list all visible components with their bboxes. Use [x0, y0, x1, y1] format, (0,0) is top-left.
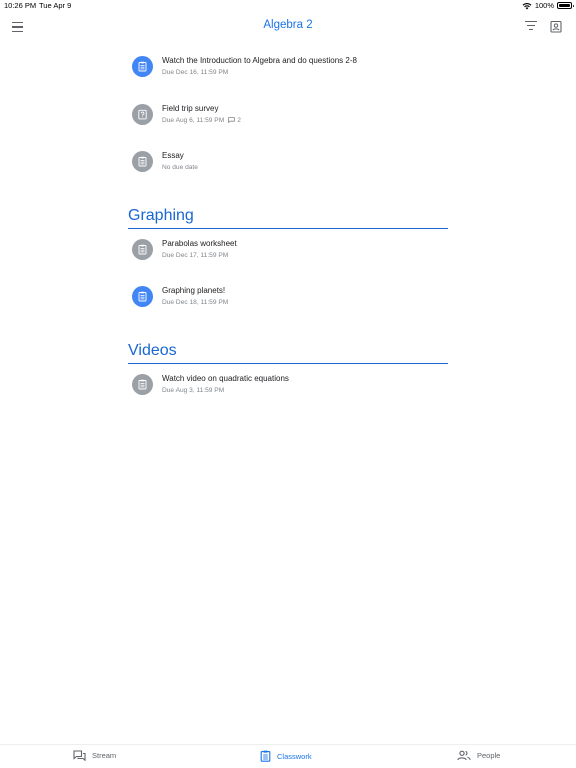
question-icon: [132, 103, 153, 125]
your-work-icon[interactable]: [550, 20, 562, 33]
status-time: 10:26 PM: [4, 1, 37, 10]
item-due: Due Aug 6, 11:59 PM 2: [162, 117, 241, 124]
tab-label: People: [477, 751, 501, 760]
classwork-item[interactable]: Watch video on quadratic equations Due A…: [128, 364, 448, 412]
item-title: Watch video on quadratic equations: [162, 373, 289, 383]
tab-label: Classwork: [277, 751, 312, 761]
comment-icon: [228, 117, 236, 123]
stream-icon: [73, 750, 86, 761]
classwork-item[interactable]: Field trip survey Due Aug 6, 11:59 PM 2: [128, 94, 448, 142]
wifi-icon: [522, 2, 532, 9]
item-title: Essay: [162, 151, 184, 160]
item-due: Due Aug 3, 11:59 PM: [162, 387, 224, 394]
battery-percent: 100%: [534, 1, 554, 10]
app-bar: Algebra 2: [0, 12, 576, 42]
topic-title[interactable]: Videos: [128, 342, 177, 360]
item-title: Graphing planets!: [162, 286, 226, 295]
item-title: Parabolas worksheet: [162, 238, 237, 248]
assignment-icon: [132, 151, 153, 172]
due-date: Due Dec 16, 11:59 PM: [162, 69, 229, 76]
topic-title[interactable]: Graphing: [128, 207, 194, 225]
classwork-item[interactable]: Graphing planets! Due Dec 18, 11:59 PM: [128, 276, 448, 324]
item-due: Due Dec 18, 11:59 PM: [162, 299, 228, 306]
assignment-icon: [132, 238, 153, 260]
classwork-item[interactable]: Essay No due date: [128, 141, 448, 189]
status-date: Tue Apr 9: [39, 1, 72, 10]
assignment-icon: [132, 286, 153, 307]
status-indicators: 100%: [522, 1, 574, 10]
status-bar: 10:26 PM Tue Apr 9 100%: [0, 0, 576, 12]
comment-count: 2: [228, 117, 241, 124]
item-due: No due date: [162, 164, 198, 171]
page-title: Algebra 2: [263, 19, 313, 31]
item-title: Field trip survey: [162, 103, 219, 113]
due-date: Due Aug 3, 11:59 PM: [162, 386, 225, 394]
classwork-item[interactable]: Watch the Introduction to Algebra and do…: [128, 46, 448, 94]
tab-label: Stream: [92, 751, 117, 760]
people-icon: [457, 750, 471, 761]
battery-icon: [557, 2, 574, 9]
item-title: Watch the Introduction to Algebra and do…: [162, 56, 357, 65]
due-date: No due date: [162, 164, 198, 171]
tab-stream[interactable]: Stream: [73, 750, 116, 761]
topic-header-graphing: Graphing: [128, 189, 448, 229]
due-date: Due Aug 6, 11:59 PM: [162, 116, 225, 124]
classwork-icon: [260, 750, 271, 762]
tab-classwork[interactable]: Classwork: [260, 750, 312, 762]
due-date: Due Dec 18, 11:59 PM: [162, 299, 229, 306]
assignment-icon: [132, 373, 153, 395]
topic-header-videos: Videos: [128, 324, 448, 364]
assignment-icon: [132, 56, 153, 77]
classwork-item[interactable]: Parabolas worksheet Due Dec 17, 11:59 PM: [128, 229, 448, 277]
item-due: Due Dec 17, 11:59 PM: [162, 252, 228, 259]
tab-people[interactable]: People: [457, 750, 500, 761]
due-date: Due Dec 17, 11:59 PM: [162, 251, 229, 259]
classwork-list: Watch the Introduction to Algebra and do…: [128, 46, 448, 411]
bottom-navigation: Stream Classwork People: [0, 744, 576, 768]
filter-icon[interactable]: [524, 21, 538, 33]
item-due: Due Dec 16, 11:59 PM: [162, 69, 228, 76]
comment-count-value: 2: [237, 116, 241, 124]
